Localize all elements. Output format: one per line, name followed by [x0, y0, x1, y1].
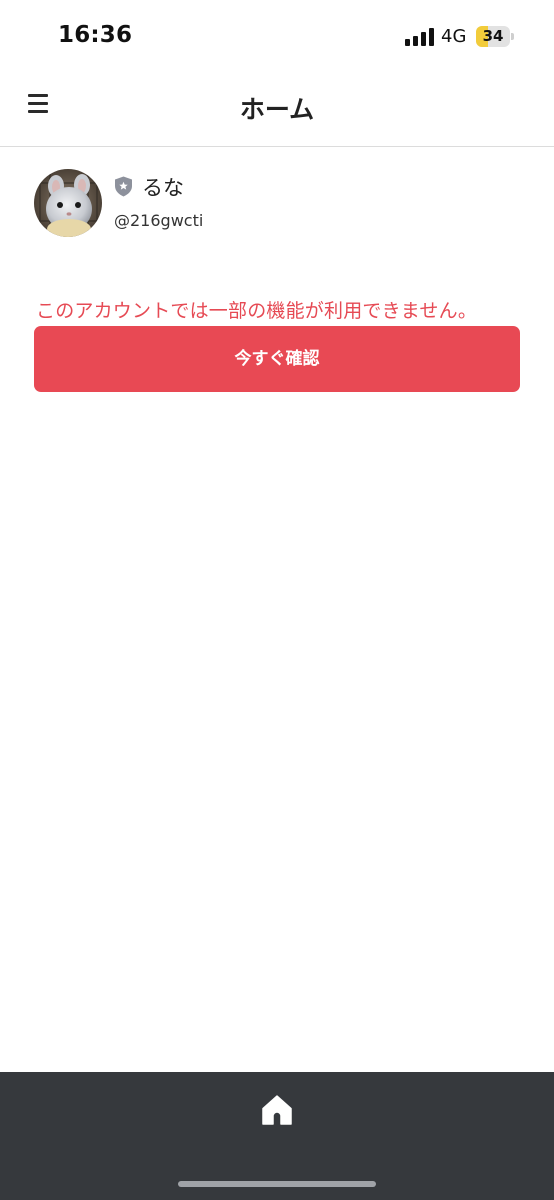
home-indicator — [178, 1181, 376, 1187]
status-time: 16:36 — [58, 22, 133, 48]
page-title: ホーム — [239, 95, 315, 124]
signal-icon — [405, 28, 435, 46]
battery-icon: 34 — [476, 26, 514, 47]
battery-percentage: 34 — [482, 27, 504, 45]
bottom-nav-bar — [0, 1072, 554, 1200]
profile-handle: @216gwcti — [114, 211, 204, 230]
network-type: 4G — [441, 26, 467, 47]
restriction-warning: このアカウントでは一部の機能が利用できません。 — [36, 300, 478, 322]
home-icon[interactable] — [261, 1094, 293, 1126]
app-header: ホーム — [0, 68, 554, 147]
check-now-button[interactable]: 今すぐ確認 — [34, 326, 520, 392]
profile-name[interactable]: るな — [142, 172, 184, 202]
status-bar: 16:36 4G 34 — [0, 0, 554, 68]
avatar[interactable] — [34, 169, 102, 237]
shield-star-icon — [114, 176, 133, 197]
